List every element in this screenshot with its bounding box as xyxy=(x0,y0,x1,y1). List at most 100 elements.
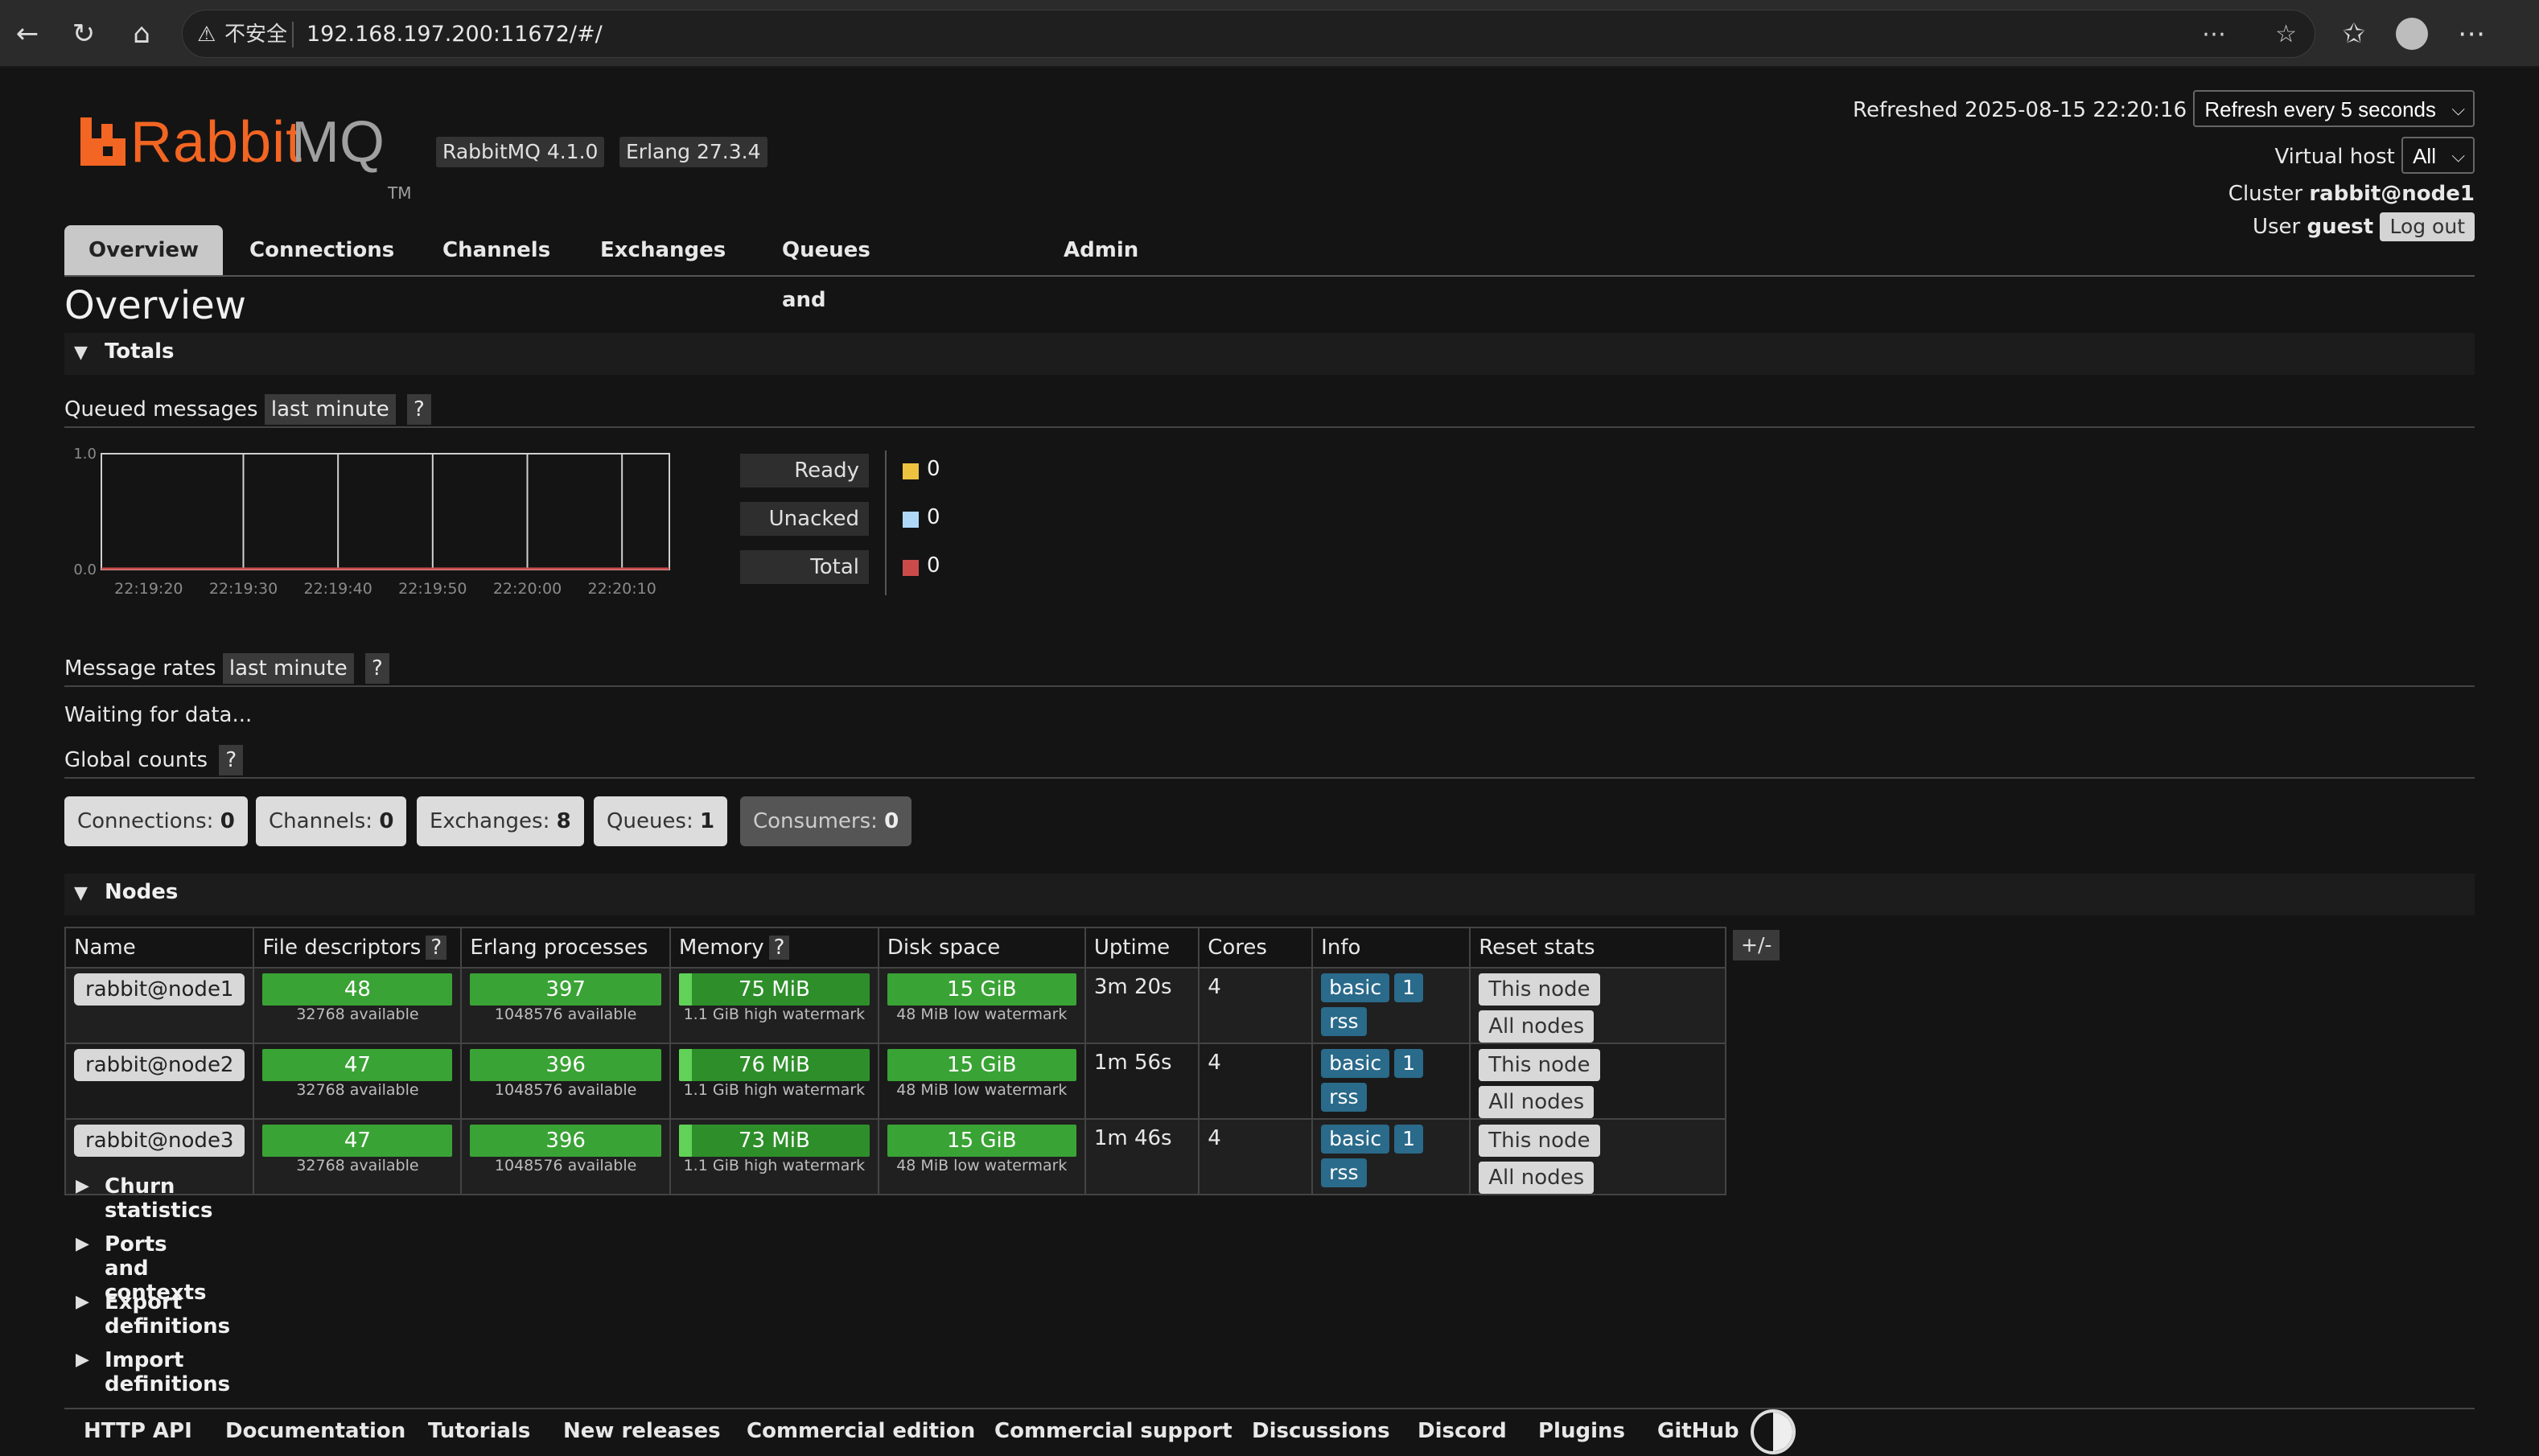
reset-all-nodes-button[interactable]: All nodes xyxy=(1479,1086,1595,1118)
disk-cell: 15 GiB 48 MiB low watermark xyxy=(877,1043,1086,1120)
exchanges-count-button[interactable]: Exchanges: 8 xyxy=(417,796,584,846)
table-row: rabbit@node2 47 32768 available 396 1048576 … xyxy=(64,1043,1726,1120)
footer-link-discord[interactable]: Discord xyxy=(1418,1419,1507,1443)
info-badge-count[interactable]: 1 xyxy=(1394,1125,1423,1154)
legend-ready-button[interactable]: Ready xyxy=(740,454,869,487)
footer-link-commercial-support[interactable]: Commercial support xyxy=(994,1419,1232,1443)
footer-link-github[interactable]: GitHub xyxy=(1657,1419,1739,1443)
footer-link-new-releases[interactable]: New releases xyxy=(563,1419,721,1443)
info-badge-rss[interactable]: rss xyxy=(1321,1158,1367,1187)
info-badge-basic[interactable]: basic xyxy=(1321,1049,1390,1078)
section-label: Churn statistics xyxy=(105,1174,213,1223)
footer-link-commercial-edition[interactable]: Commercial edition xyxy=(747,1419,975,1443)
footer-link-plugins[interactable]: Plugins xyxy=(1538,1419,1625,1443)
x-tick-label: 22:19:30 xyxy=(209,580,278,598)
disk-value: 15 GiB xyxy=(947,1053,1017,1077)
column-cores: Cores xyxy=(1198,927,1314,969)
more-actions-icon[interactable]: ⋯ xyxy=(2202,19,2226,51)
tab-exchanges[interactable]: Exchanges xyxy=(576,225,750,275)
triangle-right-icon: ▶ xyxy=(76,1292,89,1312)
help-button[interactable]: ? xyxy=(768,936,790,960)
refresh-interval-select[interactable]: Refresh every 5 seconds ⌵ xyxy=(2193,90,2475,127)
theme-toggle-icon[interactable] xyxy=(1751,1409,1796,1454)
node-name-link[interactable]: rabbit@node2 xyxy=(74,1049,245,1081)
totals-section-toggle[interactable]: ▼ Totals xyxy=(64,333,2475,375)
help-button[interactable]: ? xyxy=(219,745,244,775)
column-label: File descriptors xyxy=(262,936,422,960)
footer-link-tutorials[interactable]: Tutorials xyxy=(428,1419,530,1443)
disk-watermark: 48 MiB low watermark xyxy=(896,1081,1068,1099)
rabbitmq-logo-icon xyxy=(80,117,126,166)
help-button[interactable]: ? xyxy=(364,653,389,684)
node-name-cell: rabbit@node2 xyxy=(64,1043,255,1120)
connections-count-button[interactable]: Connections: 0 xyxy=(64,796,248,846)
footer-link-documentation[interactable]: Documentation xyxy=(225,1419,405,1443)
uptime-cell: 1m 46s xyxy=(1084,1118,1200,1195)
nodes-section-toggle[interactable]: ▼ Nodes xyxy=(64,874,2475,915)
browser-menu-icon[interactable]: ⋯ xyxy=(2455,18,2488,50)
queues-count-button[interactable]: Queues: 1 xyxy=(594,796,728,846)
uptime-cell: 1m 56s xyxy=(1084,1043,1200,1120)
totals-heading: Totals xyxy=(105,339,175,364)
disk-cell: 15 GiB 48 MiB low watermark xyxy=(877,967,1086,1044)
tab-admin[interactable]: Admin xyxy=(1039,225,1163,275)
chevron-down-icon: ⌵ xyxy=(2451,146,2465,166)
refresh-interval-value: Refresh every 5 seconds xyxy=(2204,97,2436,121)
vhost-select[interactable]: All ⌵ xyxy=(2401,137,2475,174)
info-cell: basic 1 rss xyxy=(1311,1043,1471,1120)
help-button[interactable]: ? xyxy=(406,394,431,425)
address-bar[interactable]: ⚠ 不安全 192.168.197.200:11672/#/ ⋯ ☆ xyxy=(182,10,2315,58)
tab-overview[interactable]: Overview xyxy=(64,225,224,275)
uptime-value: 3m 20s xyxy=(1093,975,1172,999)
consumers-count-button[interactable]: Consumers: 0 xyxy=(740,796,912,846)
channels-count-button[interactable]: Channels: 0 xyxy=(256,796,407,846)
node-name-link[interactable]: rabbit@node1 xyxy=(74,973,245,1006)
triangle-right-icon: ▶ xyxy=(76,1350,89,1370)
message-rates-label: Message rates xyxy=(64,656,216,681)
reset-this-node-button[interactable]: This node xyxy=(1479,973,1600,1006)
memory-watermark: 1.1 GiB high watermark xyxy=(683,1006,866,1023)
tab-queues-and-streams[interactable]: Queues and Streams xyxy=(758,225,904,362)
tab-connections[interactable]: Connections xyxy=(225,225,418,275)
profile-avatar-icon[interactable] xyxy=(2396,18,2428,50)
section-label: Import definitions xyxy=(105,1348,231,1396)
fd-available: 32768 available xyxy=(296,1081,419,1099)
table-row: rabbit@node1 48 32768 available 397 1048576 … xyxy=(64,967,1726,1044)
favorites-icon[interactable]: ✩ xyxy=(2338,18,2370,50)
column-toggle-button[interactable]: +/- xyxy=(1733,930,1780,960)
footer-link-http-api[interactable]: HTTP API xyxy=(84,1419,192,1443)
info-badge-rss[interactable]: rss xyxy=(1321,1007,1367,1036)
global-counts-label: Global counts xyxy=(64,748,208,772)
node-name-link[interactable]: rabbit@node3 xyxy=(74,1125,245,1157)
home-icon[interactable]: ⌂ xyxy=(126,18,158,50)
help-button[interactable]: ? xyxy=(426,936,447,960)
reset-all-nodes-button[interactable]: All nodes xyxy=(1479,1010,1595,1043)
triangle-down-icon: ▼ xyxy=(74,883,88,903)
queued-range-selector[interactable]: last minute xyxy=(264,394,396,425)
reset-this-node-button[interactable]: This node xyxy=(1479,1049,1600,1081)
info-badge-count[interactable]: 1 xyxy=(1394,1049,1423,1078)
reset-all-nodes-button[interactable]: All nodes xyxy=(1479,1162,1595,1194)
footer-link-discussions[interactable]: Discussions xyxy=(1252,1419,1390,1443)
info-badge-basic[interactable]: basic xyxy=(1321,973,1390,1002)
info-cell: basic 1 rss xyxy=(1311,1118,1471,1195)
legend-total-button[interactable]: Total xyxy=(740,550,869,584)
url-text[interactable]: 192.168.197.200:11672/#/ xyxy=(307,19,603,51)
legend-unacked-button[interactable]: Unacked xyxy=(740,502,869,536)
fd-bar: 47 xyxy=(262,1125,453,1157)
cores-value: 4 xyxy=(1208,975,1221,999)
info-badge-basic[interactable]: basic xyxy=(1321,1125,1390,1154)
info-badge-count[interactable]: 1 xyxy=(1394,973,1423,1002)
logout-button[interactable]: Log out xyxy=(2380,212,2475,241)
rates-range-selector[interactable]: last minute xyxy=(222,653,354,684)
reset-this-node-button[interactable]: This node xyxy=(1479,1125,1600,1157)
reload-icon[interactable]: ↻ xyxy=(68,18,100,50)
logo-text-rabbit: Rabbit xyxy=(130,110,303,175)
favorite-star-icon[interactable]: ☆ xyxy=(2275,19,2297,51)
triangle-right-icon: ▶ xyxy=(76,1176,89,1196)
legend-total-value: 0 xyxy=(927,553,940,578)
back-icon[interactable]: ← xyxy=(11,18,43,50)
info-badge-rss[interactable]: rss xyxy=(1321,1083,1367,1112)
count-value: 0 xyxy=(884,809,899,833)
tab-channels[interactable]: Channels xyxy=(418,225,574,275)
